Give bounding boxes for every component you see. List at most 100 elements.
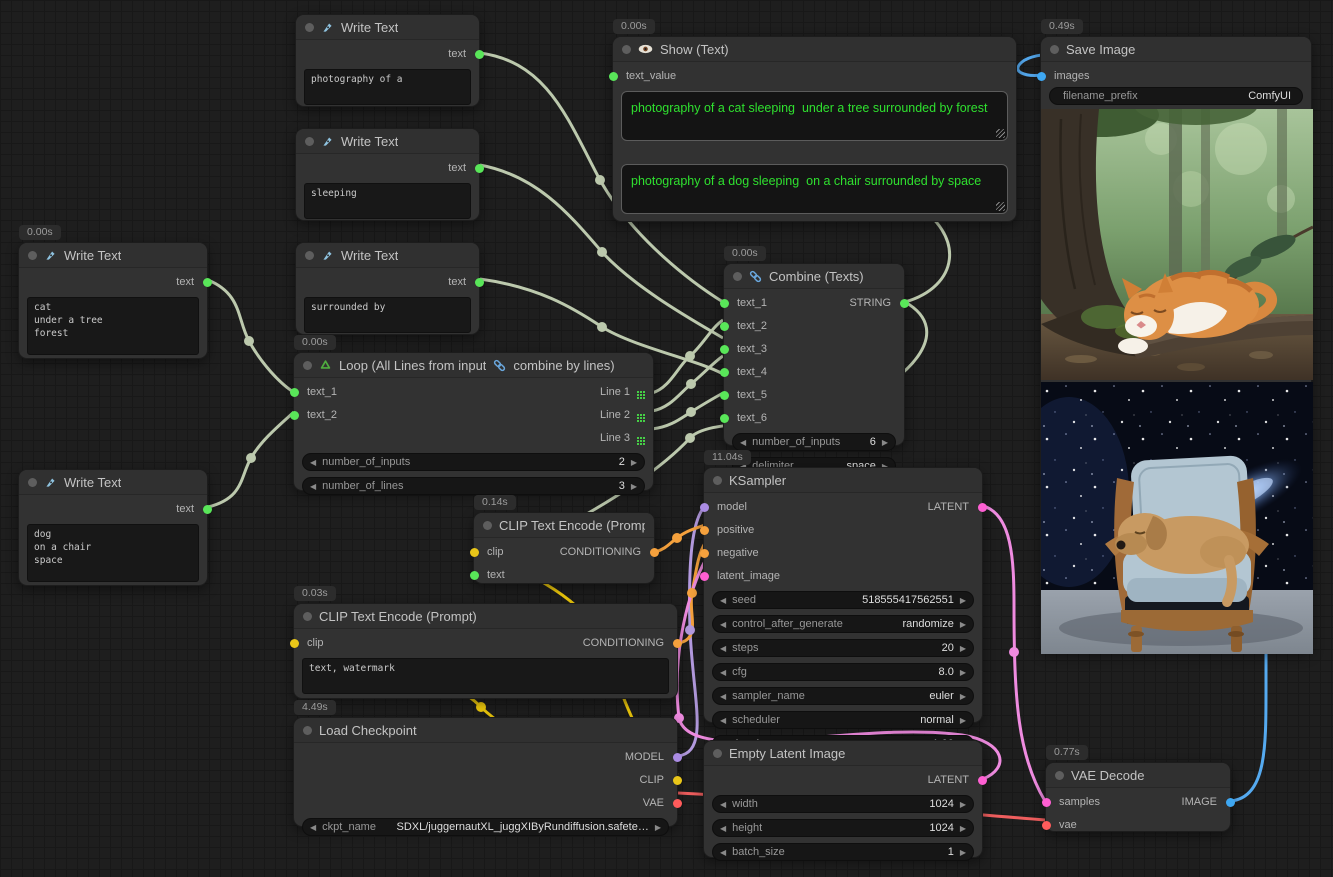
grid-output-icon[interactable] xyxy=(637,414,639,416)
widget-control-after-generate[interactable]: ◀control_after_generaterandomize▶ xyxy=(712,615,974,633)
input-slot-latent-image[interactable] xyxy=(700,572,709,581)
node-loop[interactable]: 0.00s Loop (All Lines from input combine… xyxy=(293,352,654,491)
output-slot-text[interactable] xyxy=(475,278,484,287)
widget-height[interactable]: ◀height1024▶ xyxy=(712,819,974,837)
decrement-arrow-icon[interactable]: ◀ xyxy=(720,596,726,605)
node-clip-text-encode-positive[interactable]: 0.14s CLIP Text Encode (Prompt) clip CON… xyxy=(473,512,655,584)
text-input-area[interactable]: surrounded by xyxy=(304,297,471,333)
collapse-dot[interactable] xyxy=(305,137,314,146)
node-write-text-surrounded[interactable]: Write Text text surrounded by xyxy=(295,242,480,335)
output-slot-latent[interactable] xyxy=(978,503,987,512)
shown-text-2[interactable]: photography of a dog sleeping on a chair… xyxy=(621,164,1008,214)
widget-ckpt-name[interactable]: ◀ckpt_nameSDXL/juggernautXL_juggXIByRund… xyxy=(302,818,669,836)
decrement-arrow-icon[interactable]: ◀ xyxy=(310,482,316,491)
collapse-dot[interactable] xyxy=(713,749,722,758)
collapse-dot[interactable] xyxy=(303,726,312,735)
text-input-area[interactable]: sleeping xyxy=(304,183,471,219)
increment-arrow-icon[interactable]: ▶ xyxy=(960,716,966,725)
decrement-arrow-icon[interactable]: ◀ xyxy=(720,692,726,701)
input-slot-positive[interactable] xyxy=(700,526,709,535)
node-show-text[interactable]: 0.00s Show (Text) text_value photography… xyxy=(612,36,1017,222)
node-graph-canvas[interactable]: Write Text text photography of a Write T… xyxy=(0,0,1333,877)
collapse-dot[interactable] xyxy=(28,478,37,487)
collapse-dot[interactable] xyxy=(1050,45,1059,54)
widget-filename-prefix[interactable]: filename_prefixComfyUI xyxy=(1049,87,1303,105)
output-slot-vae[interactable] xyxy=(673,799,682,808)
output-slot-conditioning[interactable] xyxy=(650,548,659,557)
input-slot-samples[interactable] xyxy=(1042,798,1051,807)
collapse-dot[interactable] xyxy=(622,45,631,54)
collapse-dot[interactable] xyxy=(303,612,312,621)
input-slot-text2[interactable] xyxy=(720,322,729,331)
output-slot-text[interactable] xyxy=(475,164,484,173)
widget-width[interactable]: ◀width1024▶ xyxy=(712,795,974,813)
input-slot-text4[interactable] xyxy=(720,368,729,377)
output-slot-model[interactable] xyxy=(673,753,682,762)
negative-prompt-area[interactable]: text, watermark xyxy=(302,658,669,694)
widget-cfg[interactable]: ◀cfg8.0▶ xyxy=(712,663,974,681)
collapse-dot[interactable] xyxy=(713,476,722,485)
output-slot-clip[interactable] xyxy=(673,776,682,785)
input-slot-clip[interactable] xyxy=(290,639,299,648)
input-slot-text3[interactable] xyxy=(720,345,729,354)
increment-arrow-icon[interactable]: ▶ xyxy=(960,692,966,701)
decrement-arrow-icon[interactable]: ◀ xyxy=(720,824,726,833)
widget-sampler-name[interactable]: ◀sampler_nameeuler▶ xyxy=(712,687,974,705)
increment-arrow-icon[interactable]: ▶ xyxy=(960,668,966,677)
widget-batch-size[interactable]: ◀batch_size1▶ xyxy=(712,843,974,861)
shown-text-1[interactable]: photography of a cat sleeping under a tr… xyxy=(621,91,1008,141)
increment-arrow-icon[interactable]: ▶ xyxy=(960,596,966,605)
increment-arrow-icon[interactable]: ▶ xyxy=(631,482,637,491)
node-clip-text-encode-negative[interactable]: 0.03s CLIP Text Encode (Prompt) clip CON… xyxy=(293,603,678,699)
increment-arrow-icon[interactable]: ▶ xyxy=(631,458,637,467)
node-vae-decode[interactable]: 0.77s VAE Decode samples IMAGE vae xyxy=(1045,762,1231,832)
input-slot-text2[interactable] xyxy=(290,411,299,420)
text-input-area[interactable]: cat under a tree forest xyxy=(27,297,199,355)
increment-arrow-icon[interactable]: ▶ xyxy=(960,800,966,809)
decrement-arrow-icon[interactable]: ◀ xyxy=(720,644,726,653)
collapse-dot[interactable] xyxy=(483,521,492,530)
node-write-text-photography[interactable]: Write Text text photography of a xyxy=(295,14,480,107)
increment-arrow-icon[interactable]: ▶ xyxy=(960,644,966,653)
input-slot-text1[interactable] xyxy=(290,388,299,397)
decrement-arrow-icon[interactable]: ◀ xyxy=(720,668,726,677)
collapse-dot[interactable] xyxy=(305,23,314,32)
input-slot-text1[interactable] xyxy=(720,299,729,308)
input-slot-text6[interactable] xyxy=(720,414,729,423)
node-load-checkpoint[interactable]: 4.49s Load Checkpoint MODEL CLIP VAE ◀ck… xyxy=(293,717,678,827)
input-slot-negative[interactable] xyxy=(700,549,709,558)
increment-arrow-icon[interactable]: ▶ xyxy=(882,438,888,447)
text-input-area[interactable]: dog on a chair space xyxy=(27,524,199,582)
node-empty-latent-image[interactable]: Empty Latent Image LATENT ◀width1024▶ ◀h… xyxy=(703,740,983,858)
widget-seed[interactable]: ◀seed518555417562551▶ xyxy=(712,591,974,609)
node-write-text-cat[interactable]: 0.00s Write Text text cat under a tree f… xyxy=(18,242,208,359)
node-ksampler[interactable]: 11.04s KSampler model LATENT positive ne… xyxy=(703,467,983,723)
output-slot-string[interactable] xyxy=(900,299,909,308)
grid-output-icon[interactable] xyxy=(637,391,639,393)
node-write-text-dog[interactable]: Write Text text dog on a chair space xyxy=(18,469,208,586)
output-slot-conditioning[interactable] xyxy=(673,639,682,648)
widget-steps[interactable]: ◀steps20▶ xyxy=(712,639,974,657)
increment-arrow-icon[interactable]: ▶ xyxy=(655,823,661,832)
output-slot-text[interactable] xyxy=(203,505,212,514)
widget-number-of-inputs[interactable]: ◀number_of_inputs2▶ xyxy=(302,453,645,471)
decrement-arrow-icon[interactable]: ◀ xyxy=(720,716,726,725)
node-combine-texts[interactable]: 0.00s Combine (Texts) text_1 STRING text… xyxy=(723,263,905,446)
output-slot-text[interactable] xyxy=(203,278,212,287)
widget-number-of-lines[interactable]: ◀number_of_lines3▶ xyxy=(302,477,645,495)
node-save-image[interactable]: 0.49s Save Image images filename_prefixC… xyxy=(1040,36,1312,652)
resize-handle[interactable] xyxy=(996,129,1005,138)
input-slot-clip[interactable] xyxy=(470,548,479,557)
increment-arrow-icon[interactable]: ▶ xyxy=(960,620,966,629)
collapse-dot[interactable] xyxy=(1055,771,1064,780)
decrement-arrow-icon[interactable]: ◀ xyxy=(720,800,726,809)
widget-number-of-inputs[interactable]: ◀number_of_inputs6▶ xyxy=(732,433,896,451)
collapse-dot[interactable] xyxy=(733,272,742,281)
node-write-text-sleeping[interactable]: Write Text text sleeping xyxy=(295,128,480,221)
decrement-arrow-icon[interactable]: ◀ xyxy=(310,458,316,467)
input-slot-images[interactable] xyxy=(1037,72,1046,81)
input-slot-model[interactable] xyxy=(700,503,709,512)
output-slot-image[interactable] xyxy=(1226,798,1235,807)
input-slot-text5[interactable] xyxy=(720,391,729,400)
decrement-arrow-icon[interactable]: ◀ xyxy=(720,620,726,629)
